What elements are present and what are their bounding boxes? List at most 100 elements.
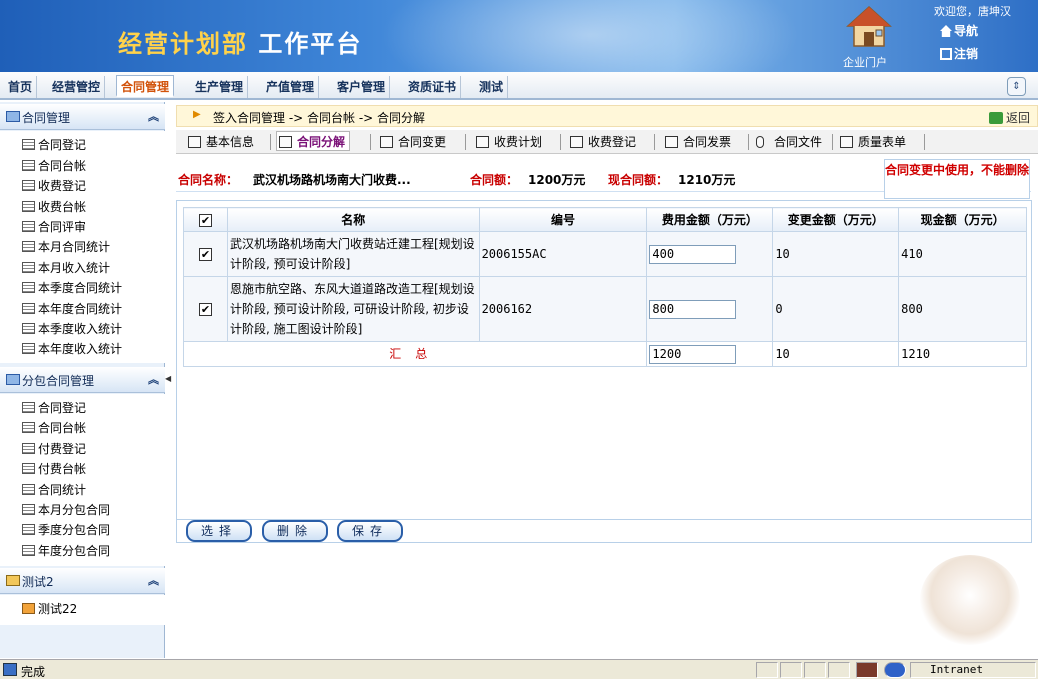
security-zone-text: Intranet (930, 663, 983, 676)
paperclip-icon (756, 136, 764, 148)
menu-contract-management[interactable]: 合同管理 (116, 75, 175, 97)
sidebar-collapse-arrow-icon[interactable]: ◀ (165, 374, 171, 383)
total-fee-input[interactable] (649, 344, 737, 364)
tab-basic-info[interactable]: 基本信息 (186, 132, 254, 152)
collapse-chevron-icon[interactable]: ︽ (148, 108, 159, 124)
menu-scroll-button[interactable]: ⇕ (1007, 77, 1026, 96)
sidebar-item-fee-ledger[interactable]: 收费台帐 (22, 197, 86, 217)
tab-contract-invoice[interactable]: 合同发票 (663, 132, 731, 152)
sidebar-item-contract-review[interactable]: 合同评审 (22, 217, 86, 237)
back-label: 返回 (1006, 111, 1031, 125)
sidebar-item-contract-register[interactable]: 合同登记 (22, 135, 86, 155)
tab-label: 合同发票 (683, 135, 732, 149)
select-button[interactable]: 选择 (186, 520, 252, 542)
monitor-icon (6, 374, 20, 385)
tab-contract-files[interactable]: 合同文件 (754, 132, 822, 152)
sidebar-section-subcontract[interactable]: 分包合同管理 ︽ (0, 367, 165, 393)
tab-fee-plan[interactable]: 收费计划 (474, 132, 542, 152)
row-checkbox[interactable]: ✔ (198, 248, 212, 261)
triangle-right-icon: ▶ (193, 109, 201, 120)
sidebar-item-quarter-sub[interactable]: 季度分包合同 (22, 520, 110, 540)
edit-icon (279, 136, 292, 148)
fee-amount-input[interactable] (649, 299, 737, 319)
menu-home[interactable]: 首页 (4, 76, 38, 98)
sidebar-item-label: 本月收入统计 (38, 261, 111, 275)
sidebar-item-quarter-contract-stats[interactable]: 本季度合同统计 (22, 278, 122, 298)
tab-fee-register[interactable]: 收费登记 (568, 132, 636, 152)
contract-amount-value: 1200万元 (528, 173, 586, 187)
select-all-checkbox[interactable]: ✔ (198, 213, 212, 227)
row-current: 800 (898, 276, 1027, 342)
contract-name-value: 武汉机场路机场南大门收费... (253, 173, 411, 187)
sidebar-item-year-contract-stats[interactable]: 本年度合同统计 (22, 299, 122, 319)
header-banner: 经营计划部 工作平台 企业门户 欢迎您，唐坤汉 导航 注销 (0, 0, 1038, 72)
register-icon (570, 136, 583, 148)
contract-amount-label: 合同额： (470, 173, 519, 187)
menu-customer[interactable]: 客户管理 (333, 76, 391, 98)
back-button[interactable]: 返回 (989, 109, 1030, 126)
tab-contract-change[interactable]: 合同变更 (378, 132, 446, 152)
sidebar-item-label: 付费台帐 (38, 462, 87, 476)
sidebar-item-label: 合同登记 (38, 401, 87, 415)
sidebar-item-month-income-stats[interactable]: 本月收入统计 (22, 258, 110, 278)
sidebar-item-label: 合同统计 (38, 483, 87, 497)
home-portal-icon[interactable] (846, 4, 892, 50)
sidebar-item-label: 收费台帐 (38, 200, 87, 214)
row-checkbox[interactable]: ✔ (198, 303, 212, 316)
list-icon (476, 136, 489, 148)
sidebar-item-label: 测试22 (38, 602, 78, 616)
popup-blocker-icon[interactable] (856, 662, 878, 678)
save-button[interactable]: 保存 (337, 520, 403, 542)
sidebar-item-month-contract-stats[interactable]: 本月合同统计 (22, 237, 110, 257)
delete-button[interactable]: 删除 (262, 520, 328, 542)
portal-label[interactable]: 企业门户 (843, 54, 887, 70)
menu-production[interactable]: 生产管理 (191, 76, 249, 98)
sidebar-item-fee-register[interactable]: 收费登记 (22, 176, 86, 196)
total-current: 1210 (898, 341, 1027, 367)
sidebar-item-label: 季度分包合同 (38, 523, 111, 537)
sidebar-item-label: 合同登记 (38, 138, 87, 152)
tab-quality-form[interactable]: 质量表单 (838, 132, 906, 152)
sidebar-item-sub-register[interactable]: 合同登记 (22, 398, 86, 418)
nav-link[interactable]: 导航 (940, 22, 978, 39)
sidebar-section-contract[interactable]: 合同管理 ︽ (0, 104, 165, 130)
tab-separator (270, 134, 271, 150)
sidebar-item-test22[interactable]: 测试22 (22, 599, 77, 619)
menu-output-value[interactable]: 产值管理 (262, 76, 320, 98)
invoice-icon (665, 136, 678, 148)
fee-amount-input[interactable] (649, 244, 737, 264)
sidebar-section-body: 测试22 (0, 595, 165, 625)
tab-label: 收费计划 (494, 135, 543, 149)
menu-certificates[interactable]: 资质证书 (404, 76, 462, 98)
sidebar-item-pay-ledger[interactable]: 付费台帐 (22, 459, 86, 479)
sidebar-item-contract-ledger[interactable]: 合同台帐 (22, 156, 86, 176)
logout-link[interactable]: 注销 (940, 45, 978, 62)
tab-label: 合同分解 (297, 135, 346, 149)
table-icon (22, 241, 35, 252)
table-icon (22, 160, 35, 171)
sidebar-item-month-sub[interactable]: 本月分包合同 (22, 500, 110, 520)
sidebar-item-sub-ledger[interactable]: 合同台帐 (22, 418, 86, 438)
title-dept: 经营计划部 (118, 30, 248, 58)
sidebar-section-test2[interactable]: 测试2 ︽ (0, 568, 165, 594)
tab-contract-breakdown[interactable]: 合同分解 (276, 131, 351, 151)
table-icon (22, 201, 35, 212)
collapse-chevron-icon[interactable]: ︽ (148, 572, 159, 588)
collapse-chevron-icon[interactable]: ︽ (148, 371, 159, 387)
sidebar-item-pay-register[interactable]: 付费登记 (22, 439, 86, 459)
sidebar-item-year-sub[interactable]: 年度分包合同 (22, 541, 110, 561)
welcome-text: 欢迎您，唐坤汉 (934, 5, 1011, 18)
total-label: 汇总 (182, 341, 648, 367)
sidebar-item-year-income-stats[interactable]: 本年度收入统计 (22, 339, 122, 359)
menu-business-control[interactable]: 经营管控 (48, 76, 106, 98)
help-icon[interactable] (884, 662, 906, 678)
sidebar-item-quarter-income-stats[interactable]: 本季度收入统计 (22, 319, 122, 339)
table-icon (22, 262, 35, 273)
table-icon (22, 180, 35, 191)
sidebar-item-sub-stats[interactable]: 合同统计 (22, 480, 86, 500)
menu-test[interactable]: 测试 (475, 76, 509, 98)
table-icon (22, 545, 35, 556)
tab-label: 基本信息 (206, 135, 255, 149)
col-header-code: 编号 (478, 207, 648, 232)
col-header-name: 名称 (226, 207, 480, 232)
